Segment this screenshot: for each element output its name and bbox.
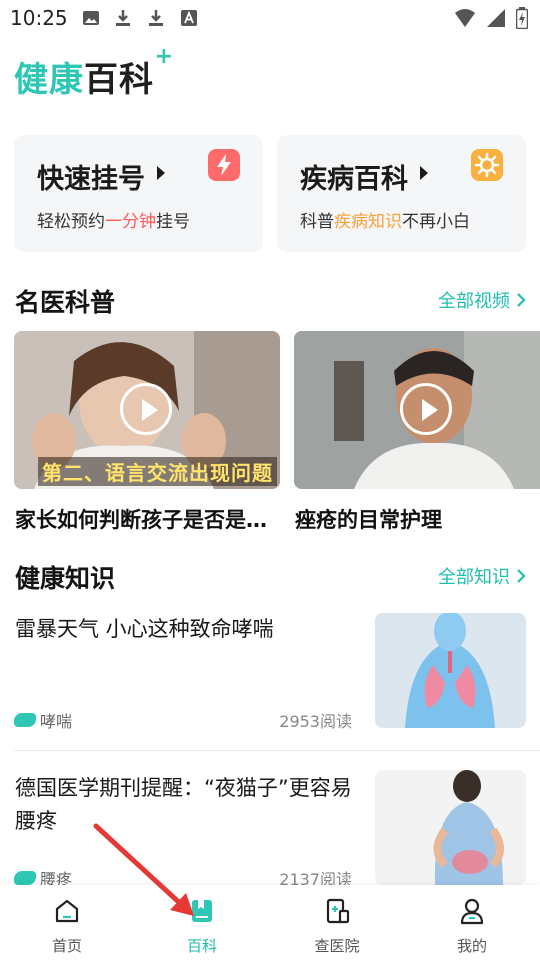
nav-hospital[interactable]: 查医院 <box>287 897 387 956</box>
divider <box>14 750 540 751</box>
nav-profile[interactable]: 我的 <box>422 897 522 956</box>
nav-encyclopedia-label: 百科 <box>186 937 217 955</box>
all-knowledge-link[interactable]: 全部知识 <box>438 563 526 589</box>
caret-right-icon <box>420 166 428 180</box>
download-icon <box>116 10 130 26</box>
all-videos-label: 全部视频 <box>438 291 510 312</box>
article-title: 德国医学期刊提醒：“夜猫子”更容易腰疼 <box>15 776 352 833</box>
tag-leaf-icon <box>14 713 36 727</box>
play-icon[interactable] <box>120 383 172 435</box>
all-knowledge-label: 全部知识 <box>438 567 510 588</box>
nav-hospital-label: 查医院 <box>314 937 360 955</box>
nav-home-label: 首页 <box>51 937 82 955</box>
encyclopedia-icon <box>192 900 212 922</box>
read-count: 2953阅读 <box>279 712 352 731</box>
video-caption: 家长如何判断孩子是否是… <box>15 508 267 532</box>
card-title: 快速挂号 <box>37 164 145 195</box>
quick-registration-card[interactable]: 快速挂号 轻松预约一分钟挂号 <box>14 135 263 252</box>
card-sub-text: 轻松预约 <box>37 212 105 232</box>
all-videos-link[interactable]: 全部视频 <box>438 287 526 313</box>
status-bar: 10:25 <box>0 0 540 38</box>
disease-encyclopedia-card[interactable]: 疾病百科 科普疾病知识不再小白 <box>277 135 526 252</box>
virus-icon <box>471 149 503 181</box>
status-time: 10:25 <box>10 6 68 30</box>
article-title: 雷暴天气 小心这种致命哮喘 <box>15 617 274 641</box>
card-sub-text-end: 挂号 <box>156 212 190 232</box>
battery-icon <box>516 7 528 29</box>
tag-label: 哮喘 <box>40 712 73 731</box>
card-subtitle: 轻松预约一分钟挂号 <box>37 207 190 232</box>
caret-right-icon <box>157 166 165 180</box>
gallery-icon <box>83 11 99 25</box>
app-title-plus: + <box>154 44 174 69</box>
article-thumbnail <box>375 770 526 885</box>
card-sub-highlight: 一分钟 <box>105 212 156 232</box>
nav-home[interactable]: 首页 <box>17 897 117 956</box>
lightning-icon <box>208 149 240 181</box>
home-icon <box>55 899 79 923</box>
chevron-right-icon <box>517 569 526 583</box>
article-thumbnail <box>375 613 526 728</box>
nav-encyclopedia[interactable]: 百科 <box>152 897 252 956</box>
video-card[interactable] <box>294 331 540 489</box>
card-subtitle: 科普疾病知识不再小白 <box>300 207 470 232</box>
profile-icon <box>460 898 484 925</box>
article-tag: 哮喘 <box>14 708 72 732</box>
wifi-icon <box>455 9 475 27</box>
app-title: 健康百科 + <box>14 44 173 101</box>
video-banner: 第二、语言交流出现问题 <box>38 457 277 486</box>
system-icons <box>454 7 528 29</box>
app-title-part2: 百科 <box>84 60 154 100</box>
card-sub-text: 科普 <box>300 212 334 232</box>
signal-icon <box>487 9 505 27</box>
videos-section-title: 名医科普 <box>15 288 116 317</box>
nav-profile-label: 我的 <box>456 937 487 955</box>
chevron-right-icon <box>517 293 526 307</box>
hospital-icon <box>326 898 350 924</box>
play-icon[interactable] <box>400 383 452 435</box>
card-title: 疾病百科 <box>300 164 408 195</box>
app-title-part1: 健康 <box>14 60 84 100</box>
download-icon-2 <box>149 10 163 26</box>
card-sub-highlight: 疾病知识 <box>334 212 402 232</box>
card-sub-text-end: 不再小白 <box>402 212 470 232</box>
video-caption: 痤疮的目常护理 <box>295 508 442 532</box>
font-icon <box>181 10 197 26</box>
tag-leaf-icon <box>14 871 36 885</box>
bottom-nav: 首页 百科 查医院 我的 <box>0 885 540 960</box>
video-card[interactable]: 第二、语言交流出现问题 <box>14 331 280 489</box>
knowledge-section-title: 健康知识 <box>15 564 116 593</box>
